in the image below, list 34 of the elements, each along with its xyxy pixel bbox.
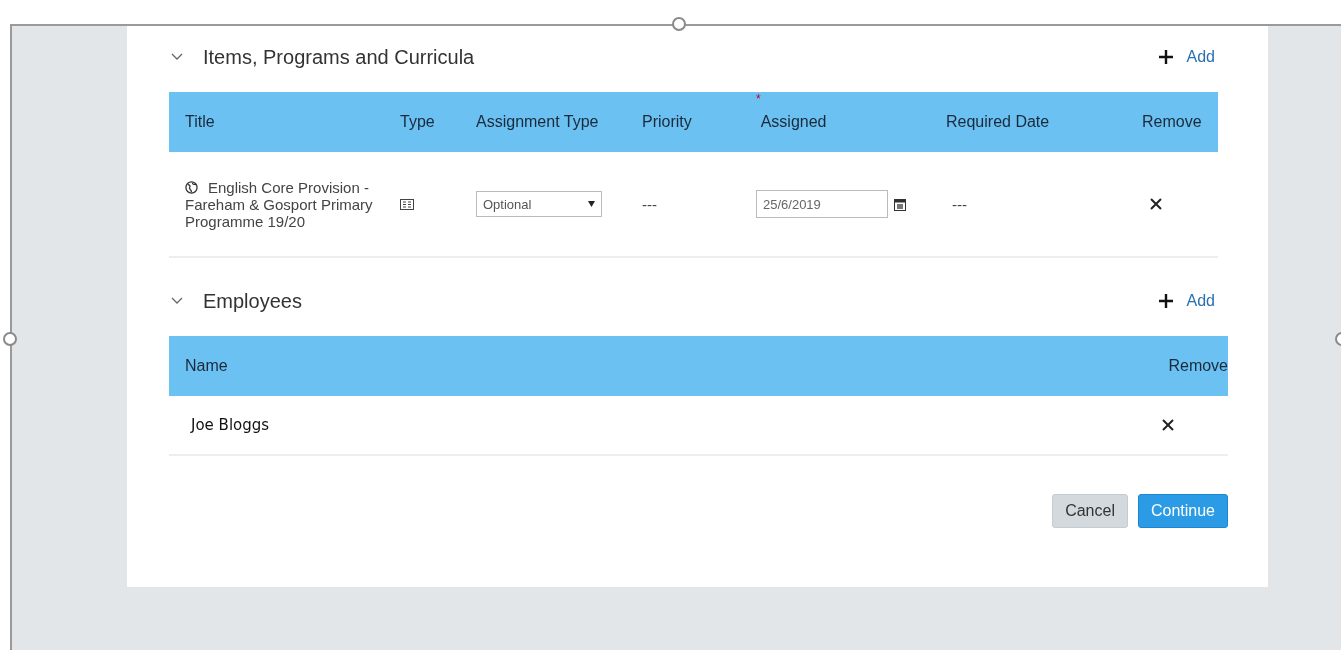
add-button[interactable]: Add bbox=[1158, 48, 1228, 66]
column-header: Priority bbox=[642, 92, 756, 152]
cancel-button[interactable]: Cancel bbox=[1052, 494, 1128, 528]
column-header: Type bbox=[400, 92, 476, 152]
card-icon bbox=[400, 198, 414, 210]
assignment-type-dropdown[interactable]: Optional bbox=[476, 191, 602, 217]
resize-handle[interactable] bbox=[672, 17, 686, 31]
employee-name: Joe Bloggs bbox=[191, 416, 270, 434]
plus-icon bbox=[1158, 50, 1173, 64]
required-date-value: --- bbox=[952, 195, 967, 213]
add-button[interactable]: Add bbox=[1158, 292, 1228, 310]
caret-icon bbox=[588, 201, 595, 207]
column-header: * Assigned bbox=[756, 92, 946, 152]
plus-icon bbox=[1158, 294, 1173, 308]
resize-handle[interactable] bbox=[3, 332, 17, 346]
column-header: Title bbox=[169, 92, 400, 152]
column-header: Name bbox=[169, 336, 1128, 396]
section-title: Employees bbox=[203, 289, 303, 313]
column-header: Required Date bbox=[946, 92, 1142, 152]
item-title[interactable]: English Core Provision - Fareham & Gosport Primary Programme 19/20 bbox=[185, 178, 375, 230]
calendar-icon[interactable] bbox=[894, 197, 906, 211]
assigned-date-field[interactable]: 25/6/2019 bbox=[756, 190, 888, 218]
globe-icon bbox=[185, 180, 198, 194]
close-icon bbox=[1162, 419, 1174, 431]
section-title: Items, Programs and Curricula bbox=[203, 45, 476, 69]
close-icon bbox=[1150, 198, 1162, 210]
priority-value: --- bbox=[642, 195, 657, 213]
chevron-icon[interactable] bbox=[171, 53, 183, 61]
column-header: Remove bbox=[1142, 92, 1218, 152]
remove-button[interactable] bbox=[1150, 198, 1162, 210]
chevron-icon[interactable] bbox=[171, 297, 183, 305]
column-header: Assignment Type bbox=[476, 92, 642, 152]
column-header: Remove bbox=[1128, 336, 1228, 396]
remove-button[interactable] bbox=[1162, 419, 1174, 431]
